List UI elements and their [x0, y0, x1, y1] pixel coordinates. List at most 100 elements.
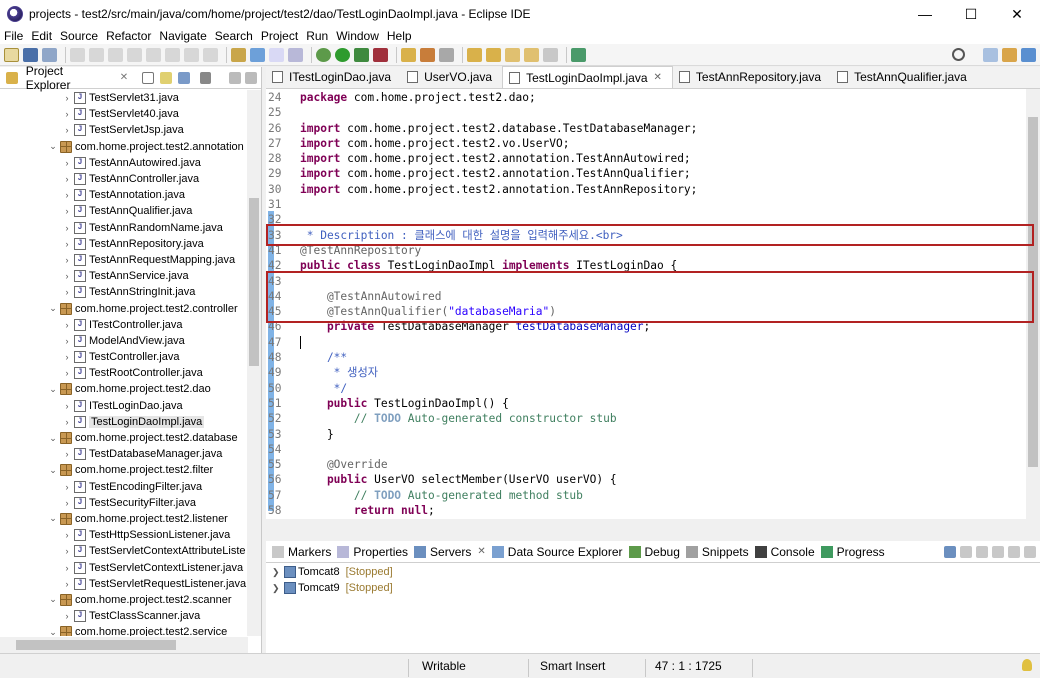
file-node[interactable]: › J TestEncodingFilter.java: [0, 479, 248, 495]
java-perspective-icon[interactable]: [1021, 47, 1036, 62]
save-all-icon[interactable]: [42, 47, 57, 62]
collapsed-chevron-icon[interactable]: ›: [62, 352, 72, 362]
file-node[interactable]: › J ITestController.java: [0, 317, 248, 333]
open-type-icon[interactable]: [439, 47, 454, 62]
expanded-chevron-icon[interactable]: ⌄: [48, 513, 58, 524]
forward-icon[interactable]: [543, 47, 558, 62]
filter-icon[interactable]: [177, 71, 190, 84]
file-node[interactable]: › J ITestLoginDao.java: [0, 398, 248, 414]
menu-source[interactable]: Source: [60, 29, 98, 43]
editor-vertical-scrollbar[interactable]: [1026, 89, 1040, 519]
close-tab-icon[interactable]: ✕: [654, 72, 662, 83]
tab-properties[interactable]: Properties: [337, 545, 408, 559]
minimize-view-icon[interactable]: [229, 71, 242, 84]
file-node[interactable]: › J TestLoginDaoImpl.java: [0, 414, 248, 430]
collapsed-chevron-icon[interactable]: ›: [62, 223, 72, 233]
pin-editor-icon[interactable]: [571, 47, 586, 62]
file-node[interactable]: › J TestAnnQualifier.java: [0, 203, 248, 219]
collapsed-chevron-icon[interactable]: ›: [62, 93, 72, 103]
file-node[interactable]: › J TestAnnRepository.java: [0, 236, 248, 252]
expanded-chevron-icon[interactable]: ⌄: [48, 465, 58, 476]
collapse-all-icon[interactable]: [142, 71, 154, 84]
tab-snippets[interactable]: Snippets: [685, 545, 749, 559]
expanded-chevron-icon[interactable]: ⌄: [48, 627, 58, 636]
file-node[interactable]: › J TestAnnAutowired.java: [0, 155, 248, 171]
file-node[interactable]: › J TestAnnRandomName.java: [0, 220, 248, 236]
code-area[interactable]: 24 package com.home.project.test2.dao; 25…: [268, 89, 1012, 519]
stop-server-icon[interactable]: [1008, 545, 1020, 558]
close-tab-icon[interactable]: ✕: [477, 546, 485, 557]
menu-project[interactable]: Project: [261, 29, 298, 43]
profile-server-icon[interactable]: [992, 545, 1004, 558]
code-editor[interactable]: 24 package com.home.project.test2.dao; 25…: [266, 89, 1040, 519]
file-node[interactable]: › J TestAnnService.java: [0, 268, 248, 284]
save-icon[interactable]: [23, 47, 38, 62]
tab-testlogindaoimpl[interactable]: TestLoginDaoImpl.java ✕: [502, 66, 673, 88]
open-perspective-icon[interactable]: [983, 47, 998, 62]
tab-servers[interactable]: Servers ✕: [414, 545, 486, 559]
maximize-button[interactable]: ☐: [948, 0, 994, 28]
collapsed-chevron-icon[interactable]: ›: [62, 125, 72, 135]
explorer-horizontal-scrollbar[interactable]: [0, 637, 248, 653]
collapsed-chevron-icon[interactable]: ›: [62, 530, 72, 540]
collapsed-chevron-icon[interactable]: ›: [62, 336, 72, 346]
collapsed-chevron-icon[interactable]: ›: [62, 611, 72, 621]
expanded-chevron-icon[interactable]: ⌄: [48, 433, 58, 444]
block-selection-icon[interactable]: [250, 47, 265, 62]
package-node[interactable]: ⌄ com.home.project.test2.scanner: [0, 592, 248, 608]
debug-server-icon[interactable]: [960, 545, 972, 558]
file-node[interactable]: › J TestServlet31.java: [0, 90, 248, 106]
file-node[interactable]: › J TestController.java: [0, 349, 248, 365]
file-node[interactable]: › J TestServlet40.java: [0, 106, 248, 122]
show-whitespace-icon[interactable]: [288, 47, 303, 62]
package-node[interactable]: ⌄ com.home.project.test2.controller: [0, 300, 248, 316]
expand-icon[interactable]: ❯: [272, 567, 282, 578]
suspend-icon[interactable]: [108, 47, 123, 62]
file-node[interactable]: › J TestServletContextAttributeListe: [0, 543, 248, 559]
file-node[interactable]: › J TestHttpSessionListener.java: [0, 527, 248, 543]
close-button[interactable]: ✕: [994, 0, 1040, 28]
tab-markers[interactable]: Markers: [272, 545, 331, 559]
package-node[interactable]: ⌄ com.home.project.test2.annotation: [0, 139, 248, 155]
collapsed-chevron-icon[interactable]: ›: [62, 174, 72, 184]
maximize-view-icon[interactable]: [245, 71, 257, 84]
view-menu-icon[interactable]: [199, 71, 212, 84]
collapsed-chevron-icon[interactable]: ›: [62, 546, 72, 556]
file-node[interactable]: › J TestAnnotation.java: [0, 187, 248, 203]
tab-debug[interactable]: Debug: [628, 545, 680, 559]
collapsed-chevron-icon[interactable]: ›: [62, 498, 72, 508]
disconnect-icon[interactable]: [146, 47, 161, 62]
collapsed-chevron-icon[interactable]: ›: [62, 206, 72, 216]
collapsed-chevron-icon[interactable]: ›: [62, 579, 72, 589]
collapsed-chevron-icon[interactable]: ›: [62, 482, 72, 492]
menu-edit[interactable]: Edit: [31, 29, 52, 43]
new-java-project-icon[interactable]: [401, 47, 416, 62]
new-icon[interactable]: [4, 47, 19, 62]
collapsed-chevron-icon[interactable]: ›: [62, 109, 72, 119]
file-node[interactable]: › J TestSecurityFilter.java: [0, 495, 248, 511]
search-icon[interactable]: [952, 48, 965, 61]
package-node[interactable]: ⌄ com.home.project.test2.dao: [0, 381, 248, 397]
terminate-icon[interactable]: [127, 47, 142, 62]
file-node[interactable]: › J TestAnnController.java: [0, 171, 248, 187]
editor-horizontal-scrollbar[interactable]: [266, 519, 1040, 533]
last-edit-icon[interactable]: [505, 47, 520, 62]
menu-search[interactable]: Search: [215, 29, 253, 43]
menu-run[interactable]: Run: [306, 29, 328, 43]
collapsed-chevron-icon[interactable]: ›: [62, 255, 72, 265]
collapsed-chevron-icon[interactable]: ›: [62, 190, 72, 200]
coverage-icon[interactable]: [354, 47, 369, 62]
collapsed-chevron-icon[interactable]: ›: [62, 563, 72, 573]
package-node[interactable]: ⌄ com.home.project.test2.listener: [0, 511, 248, 527]
package-node[interactable]: ⌄ com.home.project.test2.filter: [0, 462, 248, 478]
step-into-icon[interactable]: [165, 47, 180, 62]
start-server-icon[interactable]: [976, 545, 988, 558]
tab-testannqualifier[interactable]: TestAnnQualifier.java: [831, 66, 977, 88]
file-node[interactable]: › J TestRootController.java: [0, 365, 248, 381]
back-icon[interactable]: [524, 47, 539, 62]
collapsed-chevron-icon[interactable]: ›: [62, 271, 72, 281]
external-tools-icon[interactable]: [373, 47, 388, 62]
new-package-icon[interactable]: [420, 47, 435, 62]
minimize-button[interactable]: —: [902, 0, 948, 28]
file-node[interactable]: › J ModelAndView.java: [0, 333, 248, 349]
